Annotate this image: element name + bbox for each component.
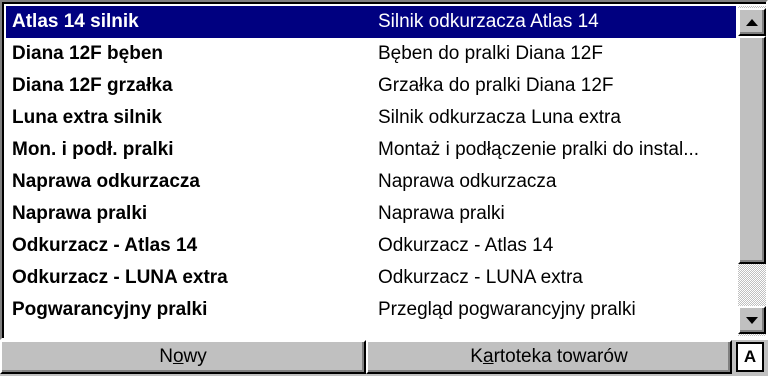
item-description: Przegląd pogwarancyjny pralki <box>378 299 636 320</box>
scroll-down-button[interactable] <box>738 306 766 334</box>
item-list[interactable]: Atlas 14 silnik Silnik odkurzacza Atlas … <box>0 0 768 340</box>
item-description: Naprawa odkurzacza <box>378 171 557 192</box>
list-row[interactable]: Odkurzacz - LUNA extra Odkurzacz - LUNA … <box>6 262 736 294</box>
mode-a-button[interactable]: A <box>736 342 764 372</box>
list-row[interactable]: Diana 12F grzałka Grzałka do pralki Dian… <box>6 70 736 102</box>
item-description: Silnik odkurzacza Luna extra <box>378 107 621 128</box>
list-row[interactable]: Odkurzacz - Atlas 14 Odkurzacz - Atlas 1… <box>6 230 736 262</box>
item-name: Diana 12F grzałka <box>12 75 173 96</box>
scroll-thumb[interactable] <box>738 36 766 264</box>
item-name: Atlas 14 silnik <box>12 11 139 32</box>
item-name: Odkurzacz - LUNA extra <box>12 267 228 288</box>
item-name: Naprawa pralki <box>12 203 148 224</box>
item-name: Luna extra silnik <box>12 107 162 128</box>
item-description: Odkurzacz - Atlas 14 <box>378 235 554 256</box>
window: Atlas 14 silnik Silnik odkurzacza Atlas … <box>0 0 768 376</box>
list-row[interactable]: Atlas 14 silnik Silnik odkurzacza Atlas … <box>6 6 736 38</box>
item-name: Diana 12F bęben <box>12 43 163 64</box>
item-description: Naprawa pralki <box>378 203 505 224</box>
list-row[interactable]: Naprawa pralki Naprawa pralki <box>6 198 736 230</box>
item-name: Naprawa odkurzacza <box>12 171 200 192</box>
list-row[interactable]: Pogwarancyjny pralki Przegląd pogwarancy… <box>6 294 736 326</box>
triangle-up-icon <box>746 18 758 26</box>
list-row[interactable]: Naprawa odkurzacza Naprawa odkurzacza <box>6 166 736 198</box>
item-description: Grzałka do pralki Diana 12F <box>378 75 614 96</box>
list-row[interactable]: Luna extra silnik Silnik odkurzacza Luna… <box>6 102 736 134</box>
item-description: Montaż i podłączenie pralki do instal... <box>378 139 700 160</box>
item-name: Mon. i podł. pralki <box>12 139 174 160</box>
list-row[interactable]: Mon. i podł. pralki Montaż i podłączenie… <box>6 134 736 166</box>
scroll-up-button[interactable] <box>738 8 766 36</box>
item-description: Bęben do pralki Diana 12F <box>378 43 603 64</box>
new-button-label: Nowy <box>159 346 207 367</box>
list-row[interactable]: Diana 12F bęben Bęben do pralki Diana 12… <box>6 38 736 70</box>
catalog-button-label: Kartoteka towarów <box>470 346 628 367</box>
item-name: Pogwarancyjny pralki <box>12 299 208 320</box>
item-description: Odkurzacz - LUNA extra <box>378 267 583 288</box>
item-description: Silnik odkurzacza Atlas 14 <box>378 11 599 32</box>
item-name: Odkurzacz - Atlas 14 <box>12 235 198 256</box>
list-rows: Atlas 14 silnik Silnik odkurzacza Atlas … <box>6 6 736 326</box>
catalog-button[interactable]: Kartoteka towarów <box>366 340 732 374</box>
new-button[interactable]: Nowy <box>0 340 366 374</box>
triangle-down-icon <box>746 316 758 324</box>
vertical-scrollbar[interactable] <box>738 6 766 336</box>
